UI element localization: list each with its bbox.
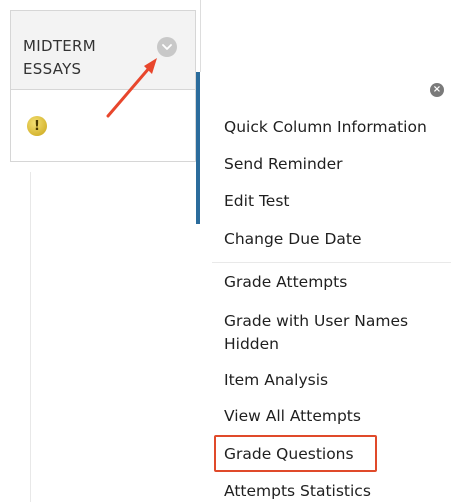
menu-item-view-all-attempts[interactable]: View All Attempts xyxy=(224,405,439,428)
menu-item-quick-column-information[interactable]: Quick Column Information xyxy=(224,116,439,139)
menu-item-edit-test[interactable]: Edit Test xyxy=(224,190,439,213)
menu-item-change-due-date[interactable]: Change Due Date xyxy=(224,228,439,251)
menu-separator xyxy=(212,262,451,263)
menu-item-item-analysis[interactable]: Item Analysis xyxy=(224,369,439,392)
grid-divider xyxy=(30,172,31,502)
annotation-arrow xyxy=(106,58,157,118)
menu-item-attempts-statistics[interactable]: Attempts Statistics xyxy=(224,480,439,502)
menu-item-grade-attempts[interactable]: Grade Attempts xyxy=(224,271,439,294)
menu-item-send-reminder[interactable]: Send Reminder xyxy=(224,153,439,176)
page: MIDTERM ESSAYS ! × Quick Column Informat… xyxy=(0,0,451,502)
exclamation-icon: ! xyxy=(27,116,47,136)
column-divider xyxy=(200,0,201,72)
left-margin xyxy=(0,0,10,502)
close-icon[interactable]: × xyxy=(430,83,444,97)
highlight-box xyxy=(214,435,377,472)
column-context-menu: × Quick Column Information Send Reminder… xyxy=(200,72,451,502)
menu-item-grade-with-user-names-hidden[interactable]: Grade with User Names Hidden xyxy=(224,310,439,356)
